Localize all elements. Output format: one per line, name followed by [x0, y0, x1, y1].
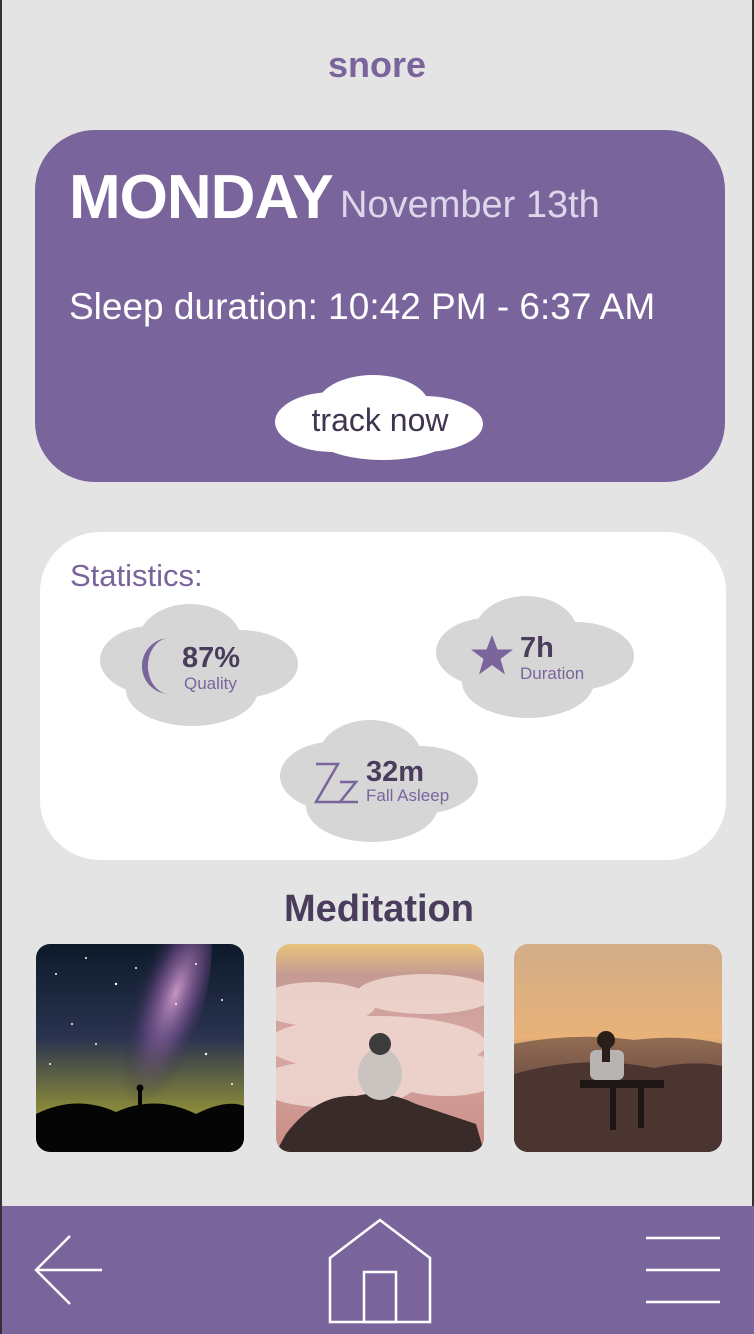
stat-value: 7h — [520, 632, 554, 664]
moon-icon — [141, 638, 172, 695]
date-label: November 13th — [340, 184, 600, 226]
track-now-label: track now — [311, 402, 449, 438]
meditation-thumb-bench[interactable] — [514, 944, 722, 1152]
stat-quality[interactable]: 87% Quality — [100, 602, 300, 732]
meditation-thumb-night-sky[interactable] — [36, 944, 244, 1152]
stat-duration[interactable]: 7h Duration — [436, 594, 636, 724]
stat-fall-asleep[interactable]: 32m Fall Asleep — [280, 718, 480, 848]
stat-label: Quality — [184, 674, 237, 693]
stat-value: 87% — [182, 642, 241, 674]
back-arrow-icon[interactable] — [32, 1234, 106, 1306]
menu-icon[interactable] — [642, 1234, 722, 1306]
app-title: snore — [327, 44, 427, 85]
star-icon — [471, 635, 513, 675]
stat-label: Fall Asleep — [366, 786, 450, 805]
today-card: MONDAY November 13th Sleep duration: 10:… — [35, 130, 725, 482]
day-label: MONDAY — [69, 163, 334, 232]
meditation-thumb-clouds[interactable] — [276, 944, 484, 1152]
clouds-image — [276, 944, 484, 1152]
track-now-button[interactable]: track now — [273, 374, 487, 466]
stat-label: Duration — [520, 664, 585, 683]
sleep-duration: Sleep duration: 10:42 PM - 6:37 AM — [69, 286, 656, 327]
meditation-title: Meditation — [284, 888, 474, 930]
stat-value: 32m — [366, 756, 425, 788]
bench-sunset-image — [514, 944, 722, 1152]
milky-way-image — [36, 944, 244, 1152]
statistics-title: Statistics: — [70, 558, 203, 593]
home-icon[interactable] — [326, 1218, 434, 1324]
zz-icon — [313, 762, 359, 804]
bottom-navbar — [2, 1206, 754, 1334]
statistics-card: Statistics: 87% Quality 7h Duration 32m … — [40, 532, 726, 860]
